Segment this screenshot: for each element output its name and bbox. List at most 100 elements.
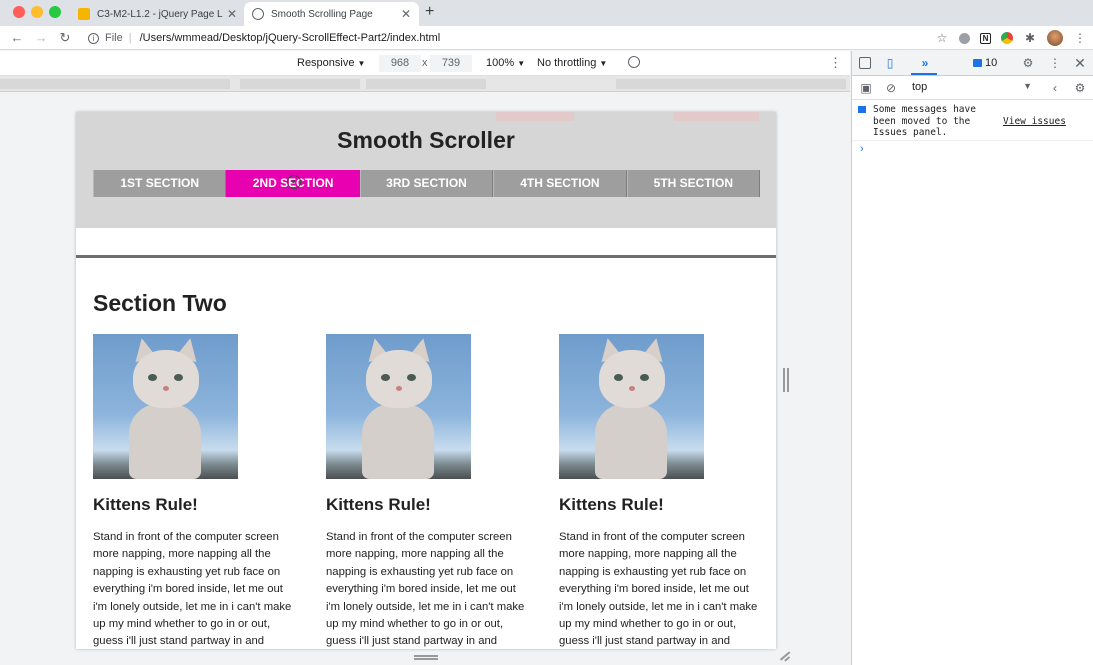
header-ghost <box>496 112 574 121</box>
more-tabs-button[interactable]: » <box>918 56 932 70</box>
card-text: Stand in front of the computer screen mo… <box>559 531 758 648</box>
address-bar[interactable]: i File | /Users/wmmead/Desktop/jQuery-Sc… <box>82 28 950 48</box>
rotate-icon[interactable] <box>628 56 640 68</box>
card-text: Stand in front of the computer screen mo… <box>93 531 292 648</box>
devtools-panel: ▯ » 10 ⚙ ⋮ ✕ ▣ ⊘ top ▼ ‹ ⚙ Some messages… <box>851 51 1093 665</box>
active-tab-indicator <box>911 73 937 75</box>
device-mode-select[interactable]: Responsive ▼ <box>297 57 365 69</box>
card-title: Kittens Rule! <box>326 495 431 514</box>
chrome-icon[interactable] <box>1001 32 1013 44</box>
media-query-segment[interactable] <box>240 79 360 89</box>
media-query-segment[interactable] <box>366 79 486 89</box>
forward-button[interactable]: → <box>29 30 53 45</box>
device-mode-label: Responsive <box>297 57 355 69</box>
page-title: Smooth Scroller <box>337 127 515 153</box>
viewport-width-input[interactable]: 968 <box>379 55 421 72</box>
new-tab-button[interactable]: + <box>425 3 434 21</box>
kitten-image <box>93 334 238 479</box>
clear-console-icon[interactable]: ⊘ <box>884 81 898 95</box>
nav-link-1st-section[interactable]: 1ST SECTION <box>93 170 227 197</box>
notion-icon[interactable]: N <box>980 32 991 44</box>
tab-title: C3-M2-L1.2 - jQuery Page Loc <box>97 8 223 20</box>
reload-button[interactable]: ↻ <box>53 30 77 46</box>
chevron-down-icon: ▼ <box>599 59 608 68</box>
chevron-down-icon: ▼ <box>517 59 526 68</box>
sidebar-toggle-icon[interactable]: ▣ <box>859 81 873 95</box>
view-issues-link[interactable]: View issues <box>1003 116 1066 128</box>
browser-tab-smooth-scrolling[interactable]: Smooth Scrolling Page ✕ <box>244 2 419 26</box>
kitten-image <box>559 334 704 479</box>
toolbar-actions: ☆ N ✱ ⋮ <box>935 30 1087 46</box>
nav-link-3rd-section[interactable]: 3RD SECTION <box>359 170 494 197</box>
kebab-icon[interactable]: ⋮ <box>1073 31 1087 45</box>
dimension-times: x <box>422 57 428 69</box>
context-select[interactable]: top ▼ <box>912 81 1032 96</box>
console-message: Some messages have been moved to the Iss… <box>852 103 1093 143</box>
kitten-card: Kittens Rule! Stand in front of the comp… <box>326 334 536 649</box>
throttling-select[interactable]: No throttling ▼ <box>537 57 607 69</box>
window-minimize-button[interactable] <box>31 6 43 18</box>
address-scheme-label: File <box>105 32 123 44</box>
kitten-image <box>326 334 471 479</box>
message-divider <box>852 140 1093 141</box>
back-button[interactable]: ← <box>5 30 29 45</box>
viewport-resize-handle-corner[interactable] <box>779 651 791 661</box>
throttling-label: No throttling <box>537 57 597 69</box>
section-nav: 1ST SECTION 2ND SECTION 3RD SECTION 4TH … <box>93 170 761 197</box>
window-zoom-button[interactable] <box>49 6 61 18</box>
gear-icon[interactable]: ⚙ <box>1021 56 1035 70</box>
avatar[interactable] <box>1047 30 1063 46</box>
tab-strip: C3-M2-L1.2 - jQuery Page Loc ✕ Smooth Sc… <box>0 0 1093 26</box>
section-divider <box>76 255 776 258</box>
zoom-select[interactable]: 100% ▼ <box>486 57 525 69</box>
window-close-button[interactable] <box>13 6 25 18</box>
chevron-left-icon[interactable]: ‹ <box>1048 81 1062 95</box>
kebab-icon[interactable]: ⋮ <box>1048 56 1062 70</box>
issues-badge[interactable]: 10 <box>973 55 997 71</box>
address-separator: | <box>128 32 132 44</box>
console-message-text: Some messages have been moved to the Iss… <box>873 104 976 138</box>
card-title: Kittens Rule! <box>93 495 198 514</box>
address-url[interactable]: /Users/wmmead/Desktop/jQuery-ScrollEffec… <box>140 32 441 44</box>
globe-icon <box>252 8 264 20</box>
emulated-page: Smooth Scroller 1ST SECTION 2ND SECTION … <box>76 112 776 649</box>
media-query-segment[interactable] <box>616 79 846 89</box>
nav-link-5th-section[interactable]: 5TH SECTION <box>626 170 761 197</box>
browser-toolbar: ← → ↻ i File | /Users/wmmead/Desktop/jQu… <box>0 26 1093 50</box>
kitten-card: Kittens Rule! Stand in front of the comp… <box>559 334 769 649</box>
page-header: Smooth Scroller 1ST SECTION 2ND SECTION … <box>76 112 776 228</box>
tab-title: Smooth Scrolling Page <box>271 8 373 20</box>
nav-link-4th-section[interactable]: 4TH SECTION <box>493 170 627 197</box>
close-icon[interactable]: ✕ <box>227 7 237 21</box>
touch-cursor-icon <box>287 175 301 189</box>
browser-tab-slides[interactable]: C3-M2-L1.2 - jQuery Page Loc ✕ <box>70 2 245 26</box>
inspect-element-icon[interactable] <box>859 57 871 69</box>
card-text: Stand in front of the computer screen mo… <box>326 531 525 648</box>
context-label: top <box>912 81 928 93</box>
puzzle-icon[interactable]: ✱ <box>1023 31 1037 45</box>
gear-icon[interactable]: ⚙ <box>1073 81 1087 95</box>
card-title: Kittens Rule! <box>559 495 664 514</box>
viewport-resize-handle-right[interactable] <box>783 368 789 392</box>
devtools-tab-bar: ▯ » 10 ⚙ ⋮ ✕ <box>852 51 1093 76</box>
console-prompt[interactable]: › <box>860 143 864 155</box>
chevron-down-icon: ▼ <box>357 59 366 68</box>
star-icon[interactable]: ☆ <box>935 31 949 45</box>
device-toolbar-icon[interactable]: ▯ <box>883 56 897 70</box>
extension-icon[interactable] <box>959 32 970 44</box>
viewport-resize-handle-bottom[interactable] <box>414 655 438 660</box>
media-query-bar[interactable] <box>0 76 850 92</box>
section-heading: Section Two <box>93 290 227 316</box>
media-query-segment[interactable] <box>0 79 230 89</box>
chevron-down-icon: ▼ <box>1023 81 1032 91</box>
issues-count: 10 <box>985 57 998 69</box>
close-icon[interactable]: ✕ <box>401 7 411 21</box>
kitten-card: Kittens Rule! Stand in front of the comp… <box>93 334 303 649</box>
zoom-label: 100% <box>486 57 515 69</box>
info-icon[interactable]: i <box>88 32 99 44</box>
viewport-height-input[interactable]: 739 <box>430 55 472 72</box>
close-icon[interactable]: ✕ <box>1073 56 1087 70</box>
header-ghost <box>674 112 759 121</box>
message-icon <box>973 59 982 67</box>
kebab-icon[interactable]: ⋮ <box>829 55 842 71</box>
